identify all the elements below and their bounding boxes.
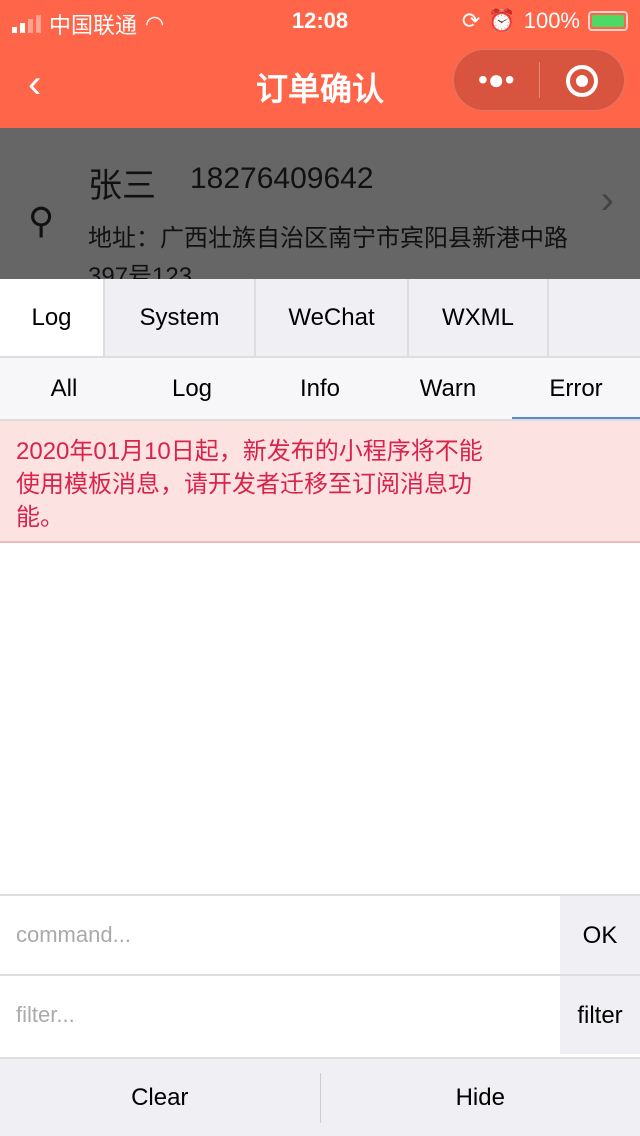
console-tabs: Log System WeChat WXML [0,279,640,358]
level-all[interactable]: All [0,358,128,419]
error-message: 2020年01月10日起，新发布的小程序将不能使用模板消息，请开发者迁移至订阅消… [0,421,640,543]
command-row: OK [0,894,640,974]
rotation-lock-icon: ⟳ [461,8,481,33]
clear-button[interactable]: Clear [0,1084,320,1112]
command-input[interactable] [0,896,560,974]
recipient-phone: 18276409642 [190,162,374,195]
more-dots-icon[interactable]: •●• [454,64,539,96]
error-text: 2020年01月10日起，新发布的小程序将不能使用模板消息，请开发者迁移至订阅消… [16,438,483,531]
recipient-name: 张三 [88,167,156,205]
battery-percent: 100% [523,8,580,33]
filter-input[interactable] [0,976,560,1054]
tab-system[interactable]: System [105,279,256,356]
battery-charging-icon [588,11,628,31]
nav-bar: ‹ 订单确认 •●• [0,40,640,128]
target-circle-icon[interactable] [540,63,625,97]
hide-button[interactable]: Hide [321,1084,640,1112]
level-log[interactable]: Log [128,358,256,419]
tab-log[interactable]: Log [0,279,105,356]
filter-button[interactable]: filter [560,976,640,1054]
alarm-icon: ⏰ [488,8,516,33]
level-filter-tabs: All Log Info Warn Error [0,358,640,421]
level-error[interactable]: Error [512,358,640,419]
location-pin-icon: ⚲ [28,200,55,241]
capsule-menu: •●• [453,49,625,111]
address-card[interactable]: ⚲ 张三 18276409642 地址：广西壮族自治区南宁市宾阳县新港中路397… [0,128,640,279]
filter-row: filter [0,974,640,1054]
tab-wxml[interactable]: WXML [409,279,549,356]
level-warn[interactable]: Warn [384,358,512,419]
level-info[interactable]: Info [256,358,384,419]
recipient-address: 地址：广西壮族自治区南宁市宾阳县新港中路397号123 [88,225,568,279]
ok-button[interactable]: OK [560,896,640,974]
console-actions: Clear Hide [0,1057,640,1136]
tab-wechat[interactable]: WeChat [256,279,409,356]
status-bar: 中国联通 ◠ 12:08 ⟳ ⏰ 100% [0,0,640,40]
chevron-right-icon: › [600,178,614,222]
